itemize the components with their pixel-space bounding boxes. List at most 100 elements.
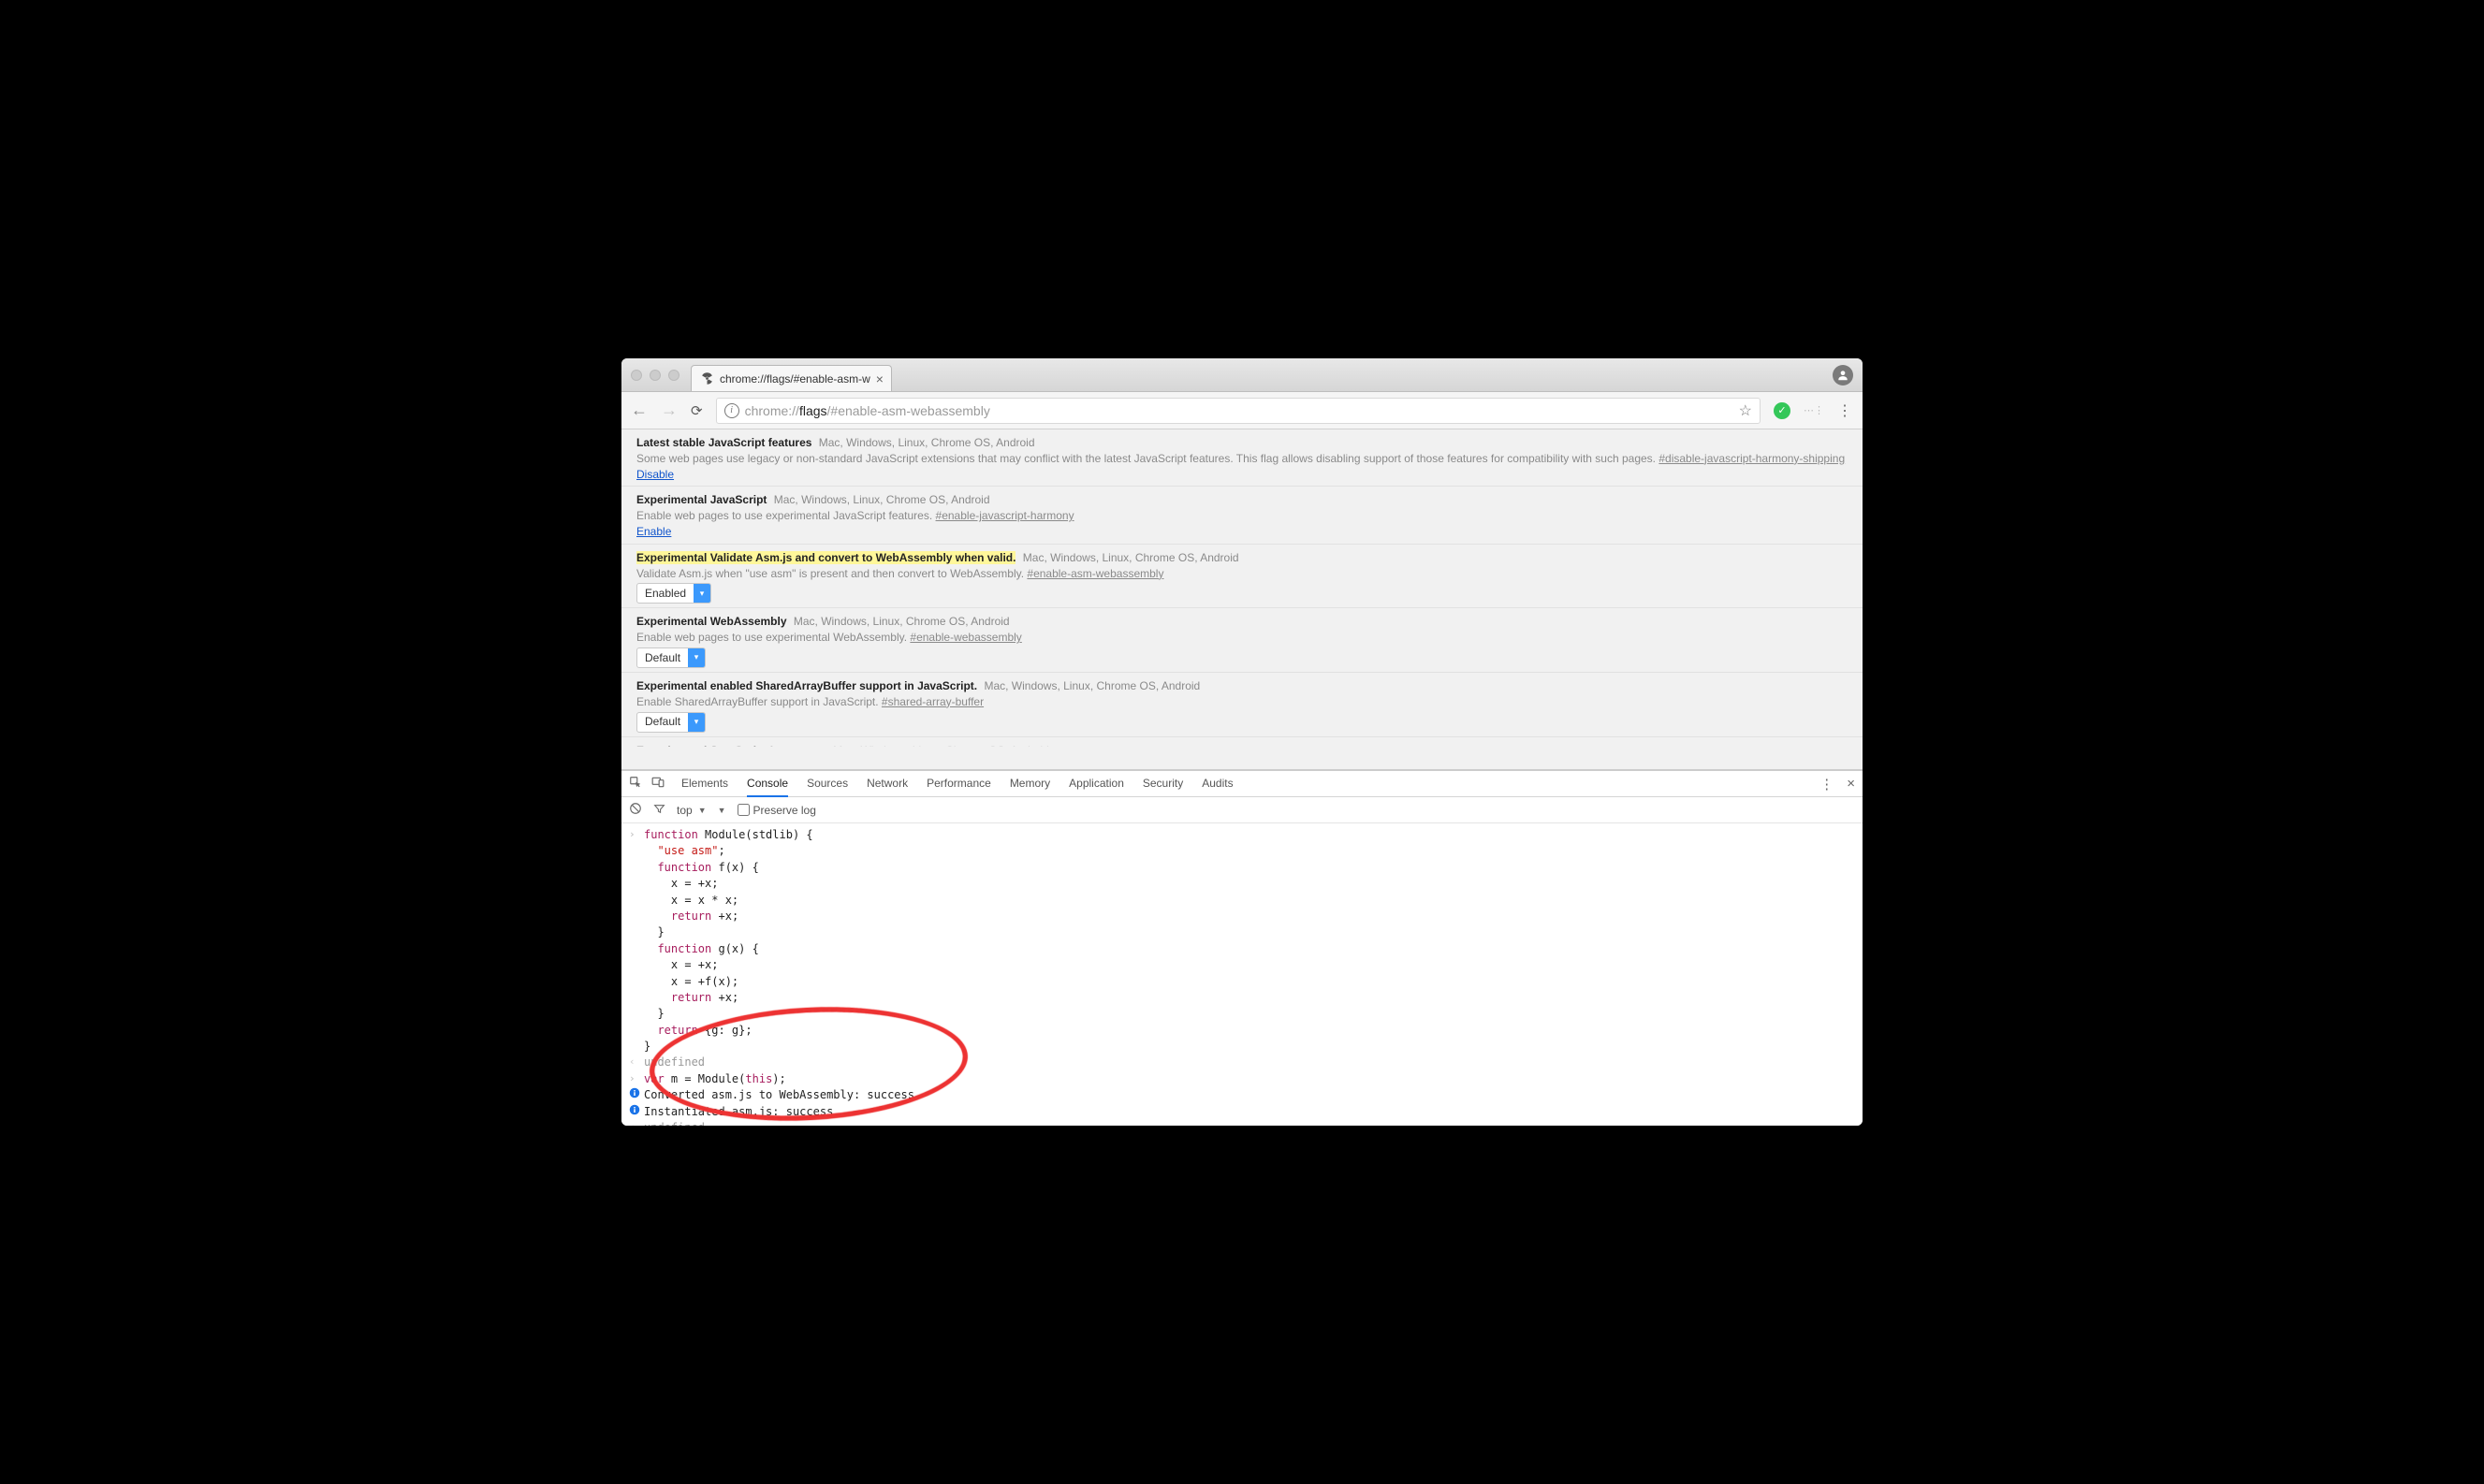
back-button[interactable]: ← xyxy=(631,400,648,420)
context-label: top xyxy=(677,804,693,817)
flag-item: Experimental WebAssembly Mac, Windows, L… xyxy=(621,608,1863,673)
flag-action-select[interactable]: Default▾ xyxy=(636,712,706,733)
flag-select-value: Default xyxy=(637,714,688,730)
browser-window: chrome://flags/#enable-asm-w × ← → ⟳ i c… xyxy=(621,358,1863,1126)
devtools-tab-security[interactable]: Security xyxy=(1143,771,1183,797)
profile-avatar-icon[interactable] xyxy=(1833,365,1853,386)
console-text: return +x; xyxy=(644,990,1855,1006)
devtools-tab-memory[interactable]: Memory xyxy=(1010,771,1050,797)
address-bar[interactable]: i chrome://flags/#enable-asm-webassembly… xyxy=(716,398,1761,424)
console-text: Converted asm.js to WebAssembly: success xyxy=(644,1087,1855,1103)
zoom-window[interactable] xyxy=(668,370,679,381)
preserve-log-toggle[interactable]: Preserve log xyxy=(738,804,816,817)
flag-hash-link[interactable]: #enable-asm-webassembly xyxy=(1027,567,1163,580)
minimize-window[interactable] xyxy=(650,370,661,381)
console-line: x = +x; xyxy=(621,957,1863,973)
devtools-tab-elements[interactable]: Elements xyxy=(681,771,728,797)
flag-hash-link[interactable]: #shared-array-buffer xyxy=(882,695,984,708)
devtools-tab-performance[interactable]: Performance xyxy=(927,771,991,797)
output-chevron-icon xyxy=(629,1055,644,1070)
flags-page: Latest stable JavaScript features Mac, W… xyxy=(621,429,1863,770)
chevron-down-icon: ▾ xyxy=(688,648,705,667)
devtools-close-icon[interactable]: × xyxy=(1847,776,1855,793)
flag-title: Experimental Validate Asm.js and convert… xyxy=(636,551,1016,564)
window-controls xyxy=(631,370,679,381)
console-line: function g(x) { xyxy=(621,941,1863,957)
gutter xyxy=(629,1006,644,1022)
flag-action-select[interactable]: Enabled▾ xyxy=(636,583,711,604)
console-output[interactable]: function Module(stdlib) { "use asm"; fun… xyxy=(621,823,1863,1126)
gutter xyxy=(629,860,644,876)
forward-button: → xyxy=(661,400,678,420)
reload-button[interactable]: ⟳ xyxy=(691,402,703,419)
filter-icon[interactable] xyxy=(653,803,665,818)
console-text: x = +f(x); xyxy=(644,974,1855,990)
devtools-tab-audits[interactable]: Audits xyxy=(1202,771,1233,797)
close-window[interactable] xyxy=(631,370,642,381)
flag-select-value: Default xyxy=(637,650,688,666)
console-line: undefined xyxy=(621,1055,1863,1070)
gutter xyxy=(629,1039,644,1055)
devtools-tab-sources[interactable]: Sources xyxy=(807,771,848,797)
console-text: x = x * x; xyxy=(644,893,1855,909)
inspect-element-icon[interactable] xyxy=(629,776,642,792)
console-line: } xyxy=(621,924,1863,940)
console-line: function Module(stdlib) { xyxy=(621,827,1863,843)
console-line: x = +f(x); xyxy=(621,974,1863,990)
flag-description: Enable web pages to use experimental Jav… xyxy=(636,509,936,522)
flag-item: Experimental JavaScript Mac, Windows, Li… xyxy=(621,487,1863,544)
browser-tab[interactable]: chrome://flags/#enable-asm-w × xyxy=(691,365,892,391)
devtools-tab-network[interactable]: Network xyxy=(867,771,908,797)
flag-item: Latest stable JavaScript features Mac, W… xyxy=(621,429,1863,487)
flag-platforms: Mac, Windows, Linux, Chrome OS, Android xyxy=(1019,551,1238,564)
console-line: Instantiated asm.js: success xyxy=(621,1104,1863,1120)
flag-hash-link[interactable]: #disable-javascript-harmony-shipping xyxy=(1658,452,1845,465)
flag-action-link[interactable]: Disable xyxy=(636,468,674,481)
devtools-panel: Elements Console Sources Network Performance… xyxy=(621,770,1863,1126)
devtools-tab-application[interactable]: Application xyxy=(1069,771,1124,797)
chevron-down-icon: ▼ xyxy=(698,806,707,815)
flag-hash-link[interactable]: #enable-javascript-harmony xyxy=(936,509,1074,522)
console-text: "use asm"; xyxy=(644,843,1855,859)
flag-action-link[interactable]: Enable xyxy=(636,525,671,538)
console-line: x = x * x; xyxy=(621,893,1863,909)
flag-platforms: Mac, Windows, Linux, Chrome OS, Android xyxy=(981,679,1200,692)
gutter xyxy=(629,893,644,909)
devtools-menu-icon[interactable]: ⋮ xyxy=(1819,776,1834,793)
bookmark-star-icon[interactable]: ☆ xyxy=(1739,401,1752,420)
output-chevron-icon xyxy=(629,1120,644,1126)
devtools-tab-console[interactable]: Console xyxy=(747,771,788,797)
flag-action-select[interactable]: Default▾ xyxy=(636,647,706,668)
chevron-down-icon[interactable]: ▼ xyxy=(718,806,726,815)
close-tab-icon[interactable]: × xyxy=(876,371,884,386)
console-line: return {g: g}; xyxy=(621,1023,1863,1039)
console-text: } xyxy=(644,1039,1855,1055)
console-text: undefined xyxy=(644,1120,1855,1126)
flag-hash-link[interactable]: #enable-webassembly xyxy=(910,631,1021,644)
console-toolbar: top ▼ ▼ Preserve log xyxy=(621,797,1863,823)
info-icon xyxy=(629,1087,644,1103)
gutter xyxy=(629,990,644,1006)
chrome-menu-icon[interactable]: ⋮ xyxy=(1837,401,1853,420)
clear-console-icon[interactable] xyxy=(629,802,642,818)
devtools-tabbar: Elements Console Sources Network Performance… xyxy=(621,771,1863,797)
console-line: undefined xyxy=(621,1120,1863,1126)
preserve-log-checkbox[interactable] xyxy=(738,804,750,816)
console-text: return +x; xyxy=(644,909,1855,924)
console-text: var m = Module(this); xyxy=(644,1071,1855,1087)
context-selector[interactable]: top ▼ xyxy=(677,804,707,817)
chevron-down-icon: ▾ xyxy=(688,713,705,732)
gutter xyxy=(629,909,644,924)
console-line: } xyxy=(621,1006,1863,1022)
gutter xyxy=(629,941,644,957)
flag-title: Experimental WebAssembly xyxy=(636,615,787,628)
console-line: var m = Module(this); xyxy=(621,1071,1863,1087)
console-text: function g(x) { xyxy=(644,941,1855,957)
site-info-icon[interactable]: i xyxy=(724,403,739,418)
extension-icon[interactable]: ✓ xyxy=(1774,402,1790,419)
gutter xyxy=(629,974,644,990)
device-toolbar-icon[interactable] xyxy=(651,776,665,792)
flag-platforms: Mac, Windows, Linux, Chrome OS, Android xyxy=(770,493,989,506)
console-text: Instantiated asm.js: success xyxy=(644,1104,1855,1120)
console-text: x = +x; xyxy=(644,957,1855,973)
